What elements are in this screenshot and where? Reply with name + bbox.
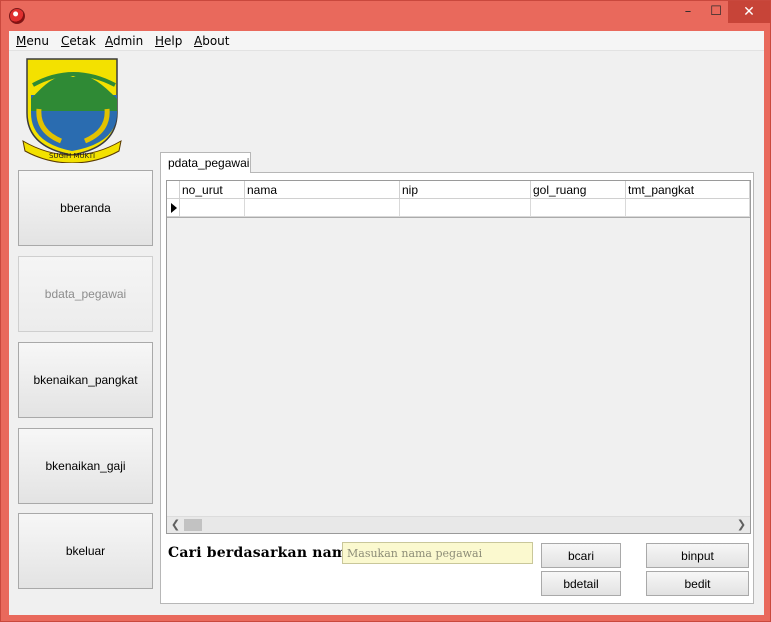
sidebar-kenaikan-pangkat-button[interactable]: bkenaikan_pangkat	[18, 342, 153, 418]
current-row-arrow-icon	[171, 203, 177, 213]
row-header[interactable]	[167, 199, 180, 217]
client-area: Menu Cetak Admin Help About SUGIH MUKTI …	[9, 31, 764, 615]
menu-label: bout	[202, 34, 230, 48]
table-cell[interactable]	[245, 199, 400, 217]
sidebar-button-label: bkeluar	[65, 544, 106, 558]
table-cell[interactable]	[531, 199, 626, 217]
search-label: Cari berdasarkan nama	[168, 545, 357, 561]
title-bar[interactable]: – ☐ ✕	[1, 1, 770, 31]
app-window: – ☐ ✕ Menu Cetak Admin Help About SUGIH …	[0, 0, 771, 622]
menu-mnemonic: M	[16, 34, 27, 48]
detail-button[interactable]: bdetail	[541, 571, 621, 596]
column-header-gol-ruang[interactable]: gol_ruang	[531, 181, 626, 199]
menu-item-menu[interactable]: Menu	[16, 34, 49, 48]
menu-label: enu	[26, 34, 49, 48]
menu-mnemonic: A	[105, 34, 113, 48]
data-grid[interactable]: no_urut nama nip gol_ruang tmt_pangkat ❮	[166, 180, 751, 534]
maximize-button[interactable]: ☐	[701, 1, 731, 23]
menu-item-about[interactable]: About	[194, 34, 230, 48]
grid-viewport: no_urut nama nip gol_ruang tmt_pangkat	[167, 181, 750, 516]
button-label: bdetail	[563, 576, 599, 591]
menu-label: etak	[69, 34, 96, 48]
menu-mnemonic: A	[194, 34, 203, 48]
sidebar-kenaikan-gaji-button[interactable]: bkenaikan_gaji	[18, 428, 153, 504]
button-label: bedit	[684, 576, 711, 591]
scroll-left-icon[interactable]: ❮	[167, 517, 184, 534]
tab-panel: no_urut nama nip gol_ruang tmt_pangkat ❮	[160, 172, 754, 604]
scrollbar-thumb[interactable]	[184, 519, 202, 531]
menu-item-help[interactable]: Help	[155, 34, 182, 48]
button-label: binput	[681, 548, 714, 563]
column-header-no-urut[interactable]: no_urut	[180, 181, 245, 199]
app-red-orb-icon[interactable]	[9, 8, 25, 24]
sidebar-keluar-button[interactable]: bkeluar	[18, 513, 153, 589]
menu-label: dmin	[113, 34, 144, 48]
grid-empty-area	[167, 218, 750, 516]
column-header-nip[interactable]: nip	[400, 181, 531, 199]
table-cell[interactable]	[400, 199, 531, 217]
scroll-right-icon[interactable]: ❯	[733, 517, 750, 534]
button-label: bcari	[567, 548, 594, 563]
sidebar-button-label: bkenaikan_pangkat	[33, 373, 138, 387]
sidebar-button-label: bberanda	[60, 201, 111, 215]
edit-button[interactable]: bedit	[646, 571, 749, 596]
column-header-nama[interactable]: nama	[245, 181, 400, 199]
sidebar-beranda-button[interactable]: bberanda	[18, 170, 153, 246]
logo-banner-text: SUGIH MUKTI	[49, 152, 95, 160]
menu-bar: Menu Cetak Admin Help About	[9, 31, 764, 51]
input-button[interactable]: binput	[646, 543, 749, 568]
sidebar-button-label: bkenaikan_gaji	[45, 459, 126, 473]
sidebar-data-pegawai-button[interactable]: bdata_pegawai	[18, 256, 153, 332]
column-header-tmt-pangkat[interactable]: tmt_pangkat	[626, 181, 750, 199]
search-input[interactable]	[342, 542, 533, 564]
cari-button[interactable]: bcari	[541, 543, 621, 568]
coat-of-arms-logo: SUGIH MUKTI	[22, 58, 122, 163]
minimize-button[interactable]: –	[673, 1, 703, 23]
tab-label: pdata_pegawai	[168, 156, 250, 170]
menu-item-cetak[interactable]: Cetak	[61, 34, 96, 48]
menu-item-admin[interactable]: Admin	[105, 34, 143, 48]
table-cell[interactable]	[626, 199, 750, 217]
sidebar-button-label: bdata_pegawai	[44, 287, 127, 301]
table-cell[interactable]	[180, 199, 245, 217]
close-button[interactable]: ✕	[728, 1, 770, 23]
horizontal-scrollbar[interactable]: ❮ ❯	[167, 516, 750, 533]
menu-mnemonic: H	[155, 34, 165, 48]
tab-pdata-pegawai[interactable]: pdata_pegawai	[160, 152, 251, 173]
grid-corner-header[interactable]	[167, 181, 180, 199]
menu-label: elp	[164, 34, 183, 48]
